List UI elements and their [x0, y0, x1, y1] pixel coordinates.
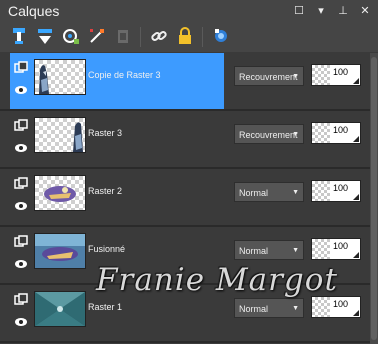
- visibility-eye-icon[interactable]: [14, 201, 28, 211]
- layer-thumbnail: [34, 291, 86, 327]
- visibility-eye-icon[interactable]: [14, 143, 28, 153]
- opacity-slider[interactable]: 100: [311, 296, 361, 318]
- title-bar: Calques ☐ ▾ ⊥ ✕: [0, 0, 378, 22]
- toolbar-divider: [202, 27, 203, 47]
- restore-icon[interactable]: ☐: [292, 4, 306, 18]
- chevron-down-icon: ▼: [292, 247, 299, 254]
- layer-name-cell[interactable]: Raster 2: [10, 169, 224, 225]
- panel-title: Calques: [8, 3, 60, 19]
- layer-name-cell[interactable]: Raster 1: [10, 285, 224, 341]
- layer-thumbnail: [34, 175, 86, 211]
- link-icon[interactable]: [148, 25, 170, 47]
- layers-list: Copie de Raster 3 Recouvrement ▼ 100 Rast…: [0, 53, 370, 344]
- layer-thumbnail: [34, 59, 86, 95]
- close-icon[interactable]: ✕: [358, 4, 372, 18]
- blend-mode-select[interactable]: Normal ▼: [234, 298, 304, 318]
- layer-name: Raster 3: [88, 128, 123, 138]
- layer-row[interactable]: Fusionné Normal ▼ 100: [0, 227, 370, 285]
- chevron-down-icon: ▼: [292, 189, 299, 196]
- blend-mode-select[interactable]: Recouvrement ▼: [234, 66, 304, 86]
- chevron-down-icon: ▼: [292, 131, 299, 138]
- chevron-down-icon: ▼: [292, 73, 299, 80]
- opacity-slider[interactable]: 100: [311, 180, 361, 202]
- scrollbar[interactable]: [370, 53, 378, 344]
- layer-name: Fusionné: [88, 244, 126, 254]
- opacity-slider[interactable]: 100: [311, 64, 361, 86]
- layer-name-cell[interactable]: Copie de Raster 3: [10, 53, 224, 109]
- layer-row[interactable]: Raster 3 Recouvrement ▼ 100: [0, 111, 370, 169]
- blend-mode-select[interactable]: Recouvrement ▼: [234, 124, 304, 144]
- layer-row[interactable]: Raster 1 Normal ▼ 100: [0, 285, 370, 343]
- layer-row[interactable]: Raster 2 Normal ▼ 100: [0, 169, 370, 227]
- new-vector-layer-icon[interactable]: [34, 25, 56, 47]
- chevron-down-icon[interactable]: ▾: [314, 4, 328, 18]
- properties-icon[interactable]: [210, 25, 232, 47]
- layer-name: Raster 2: [88, 186, 123, 196]
- blend-mode-select[interactable]: Normal ▼: [234, 240, 304, 260]
- visibility-eye-icon[interactable]: [14, 85, 28, 95]
- layer-row[interactable]: Copie de Raster 3 Recouvrement ▼ 100: [0, 53, 370, 111]
- lock-icon[interactable]: [174, 25, 196, 47]
- layer-name-cell[interactable]: Raster 3: [10, 111, 224, 167]
- layer-thumbnail: [34, 117, 86, 153]
- new-raster-layer-icon[interactable]: [8, 25, 30, 47]
- pin-icon[interactable]: ⊥: [336, 4, 350, 18]
- toolbar-divider: [140, 27, 141, 47]
- layer-group-icon[interactable]: [14, 177, 28, 191]
- opacity-slider[interactable]: 100: [311, 122, 361, 144]
- blend-mode-select[interactable]: Normal ▼: [234, 182, 304, 202]
- layer-name-cell[interactable]: Fusionné: [10, 227, 224, 283]
- visibility-eye-icon[interactable]: [14, 259, 28, 269]
- scrollbar-thumb[interactable]: [371, 57, 377, 340]
- new-adjustment-layer-icon[interactable]: [86, 25, 108, 47]
- visibility-eye-icon[interactable]: [14, 317, 28, 327]
- layer-group-icon[interactable]: [14, 119, 28, 133]
- opacity-slider[interactable]: 100: [311, 238, 361, 260]
- new-mask-layer-icon[interactable]: [60, 25, 82, 47]
- chevron-down-icon: ▼: [292, 305, 299, 312]
- layer-group-icon[interactable]: [14, 61, 28, 75]
- layer-group-icon[interactable]: [14, 293, 28, 307]
- layers-toolbar: [0, 22, 378, 53]
- layer-name: Copie de Raster 3: [88, 70, 161, 80]
- delete-layer-icon[interactable]: [112, 25, 134, 47]
- layer-group-icon[interactable]: [14, 235, 28, 249]
- layer-name: Raster 1: [88, 302, 123, 312]
- layer-thumbnail: [34, 233, 86, 269]
